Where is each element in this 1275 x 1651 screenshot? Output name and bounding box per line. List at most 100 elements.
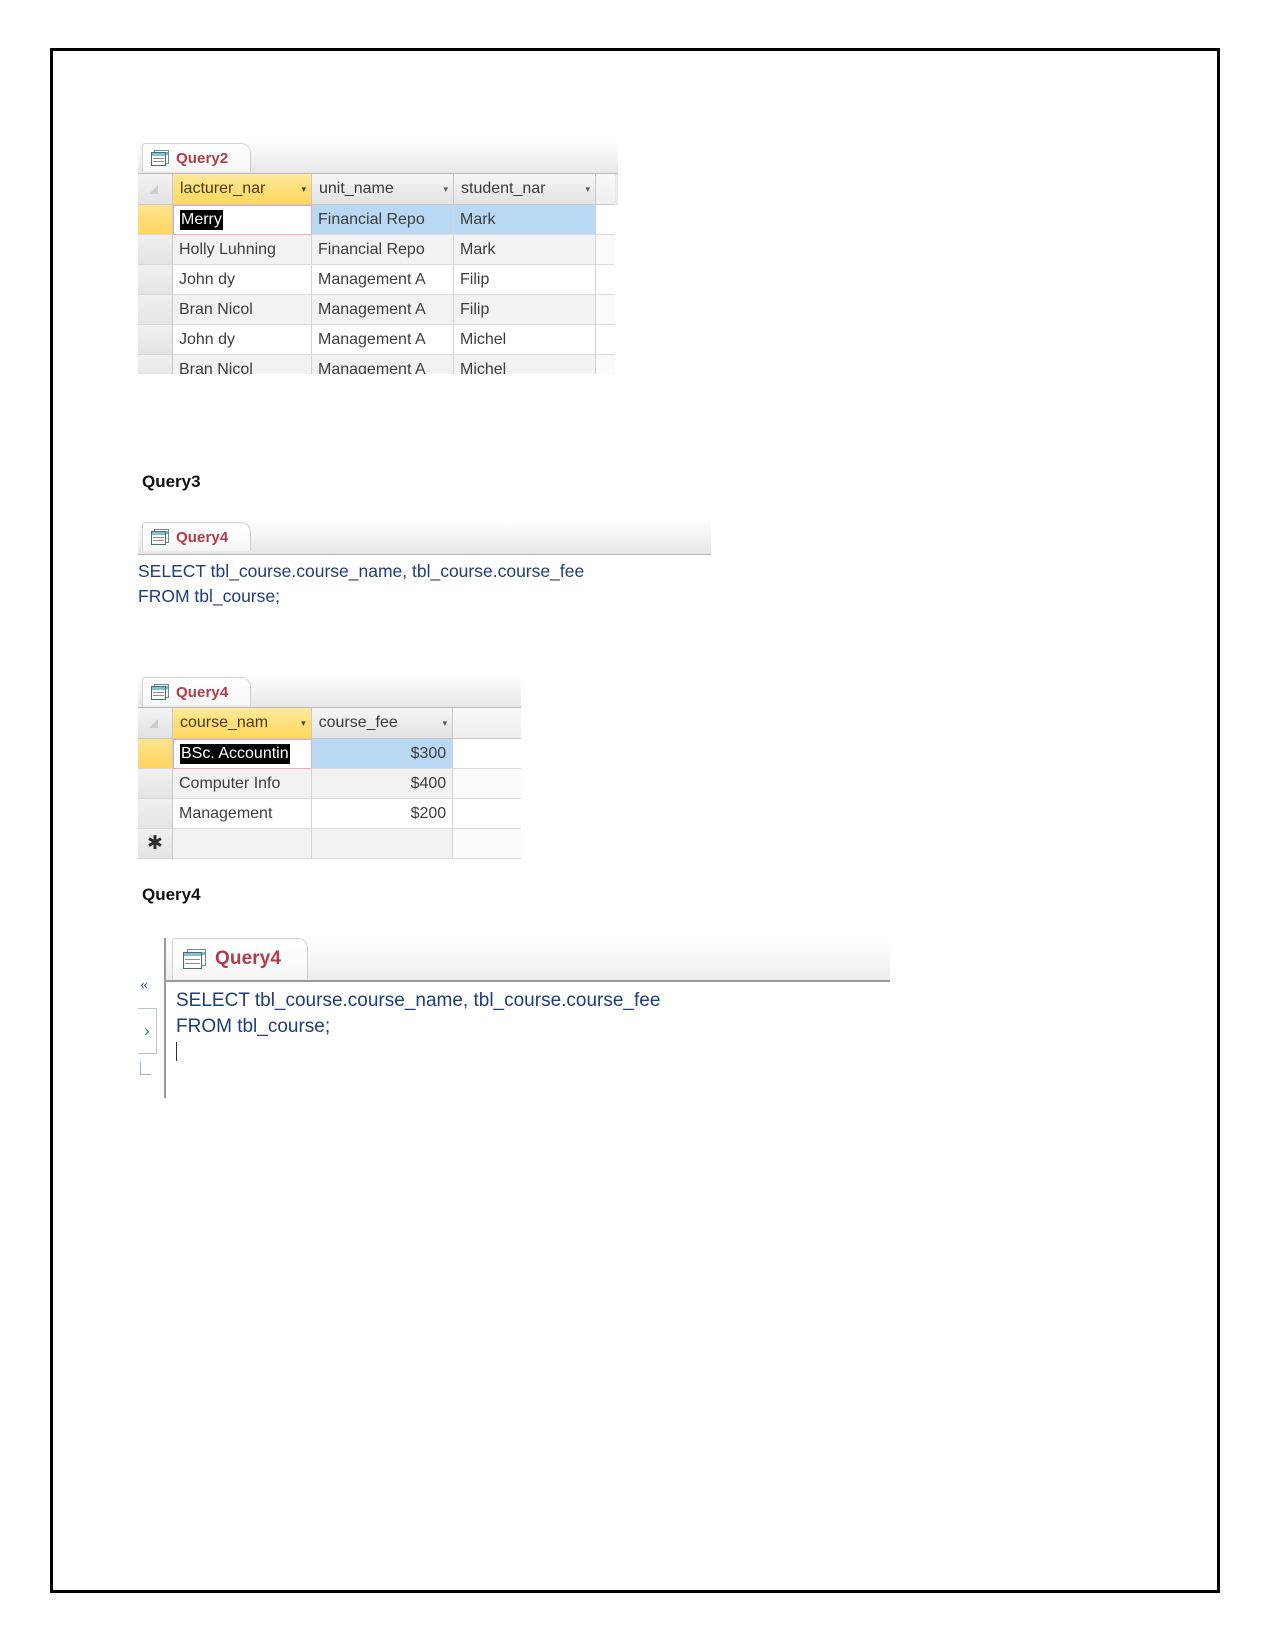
cell-course-name[interactable]: Management [173, 799, 312, 829]
table-row[interactable]: BSc. Accountin $300 [138, 739, 521, 769]
column-header-course-nam[interactable]: course_nam ▾ [173, 708, 312, 739]
record-selector[interactable] [138, 355, 173, 374]
navigation-pane-fragment: « › [138, 938, 164, 1098]
table-row[interactable]: Computer Info $400 [138, 769, 521, 799]
cell-course-name[interactable]: BSc. Accountin [173, 739, 312, 769]
document-tab-label: Query4 [176, 683, 229, 701]
cell-student-name[interactable]: Michel [454, 355, 596, 374]
sql-editor-bottom[interactable]: SELECT tbl_course.course_name, tbl_cours… [166, 982, 890, 1067]
column-header-label: course_fee [318, 714, 398, 731]
cell-filler [596, 295, 615, 325]
cell-course-fee[interactable]: $400 [311, 769, 454, 799]
chevron-down-icon[interactable]: ▾ [301, 718, 306, 729]
table-row[interactable]: Bran Nicol Management A Michel [138, 355, 618, 374]
cell-lecturer-name[interactable]: Bran Nicol [173, 295, 312, 325]
double-chevron-left-icon[interactable]: « [140, 976, 148, 994]
column-header-course-fee[interactable]: course_fee ▾ [311, 708, 454, 739]
cell-text: BSc. Accountin [180, 743, 290, 765]
cell-unit-name[interactable]: Financial Repo [312, 235, 454, 265]
table-row[interactable]: John dy Management A Filip [138, 265, 618, 295]
cell-course-fee[interactable]: $200 [311, 799, 454, 829]
record-selector[interactable] [138, 295, 173, 325]
select-all-corner[interactable] [138, 174, 173, 205]
sql-view-bottom-figure: « › Query4 SELECT tbl_course.course_name… [138, 938, 890, 1098]
cell-lecturer-name[interactable]: John dy [173, 325, 312, 355]
column-header-student-nar[interactable]: student_nar ▾ [454, 174, 596, 205]
document-tab-label: Query4 [215, 948, 282, 969]
record-selector[interactable] [138, 265, 173, 295]
record-selector[interactable] [138, 769, 173, 799]
sql-line-1: SELECT tbl_course.course_name, tbl_cours… [138, 561, 585, 581]
query-datasheet-icon [151, 529, 169, 545]
cell-unit-name[interactable]: Management A [312, 355, 454, 374]
cell-student-name[interactable]: Filip [454, 295, 596, 325]
query4-datasheet: course_nam ▾ course_fee ▾ BSc. Accountin… [138, 708, 521, 859]
cell-lecturer-name[interactable]: John dy [173, 265, 312, 295]
cell-student-name[interactable]: Mark [454, 205, 596, 235]
sql-caret-line [176, 1040, 890, 1066]
record-selector[interactable] [138, 205, 173, 235]
chevron-down-icon[interactable]: ▾ [443, 184, 448, 195]
column-header-label: course_nam [180, 714, 269, 731]
document-tab-label: Query2 [176, 149, 229, 167]
column-header-filler [596, 174, 615, 205]
sql-top-tab-strip: Query4 [138, 522, 711, 555]
cell-student-name[interactable]: Mark [454, 235, 596, 265]
cell-unit-name[interactable]: Management A [312, 265, 454, 295]
table-row[interactable]: Holly Luhning Financial Repo Mark [138, 235, 618, 265]
cell-student-name[interactable]: Filip [454, 265, 596, 295]
document-tab-query4[interactable]: Query4 [142, 522, 252, 551]
chevron-down-icon[interactable]: ▾ [443, 718, 448, 729]
cell-lecturer-name[interactable]: Holly Luhning [173, 235, 312, 265]
cell-course-fee[interactable]: $300 [311, 739, 454, 769]
sql-view-pane: Query4 SELECT tbl_course.course_name, tb… [164, 938, 890, 1098]
query4-header-row: course_nam ▾ course_fee ▾ [138, 708, 521, 739]
cell-filler [596, 205, 615, 235]
cell-student-name[interactable]: Michel [454, 325, 596, 355]
sql-line-2: FROM tbl_course; [176, 1016, 331, 1038]
cell-course-name-new[interactable] [173, 829, 312, 859]
record-selector[interactable] [138, 235, 173, 265]
table-row[interactable]: Merry Financial Repo Mark [138, 205, 618, 235]
document-tab-query4[interactable]: Query4 [142, 677, 252, 706]
text-cursor-icon [176, 1042, 177, 1062]
table-row[interactable]: Bran Nicol Management A Filip [138, 295, 618, 325]
new-record-row[interactable]: ✱ [138, 829, 521, 859]
cell-course-fee-new[interactable] [311, 829, 454, 859]
shutter-bar-open-icon[interactable]: › [138, 1008, 157, 1054]
cell-unit-name[interactable]: Financial Repo [312, 205, 454, 235]
document-tab-query2[interactable]: Query2 [142, 143, 252, 172]
table-row[interactable]: Management $200 [138, 799, 521, 829]
nav-pane-corner-tick [140, 1062, 151, 1075]
record-selector[interactable] [138, 325, 173, 355]
select-all-corner[interactable] [138, 708, 173, 739]
cell-course-name[interactable]: Computer Info [173, 769, 312, 799]
column-header-label: lacturer_nar [180, 180, 266, 197]
document-tab-query4[interactable]: Query4 [172, 938, 309, 979]
cell-unit-name[interactable]: Management A [312, 325, 454, 355]
record-selector[interactable] [138, 739, 173, 769]
sql-line-2: FROM tbl_course; [138, 585, 280, 606]
query2-header-row: lacturer_nar ▾ unit_name ▾ student_nar ▾ [138, 174, 618, 205]
column-header-unit-name[interactable]: unit_name ▾ [312, 174, 454, 205]
table-row[interactable]: John dy Management A Michel [138, 325, 618, 355]
cell-lecturer-name[interactable]: Bran Nicol [173, 355, 312, 374]
document-tab-label: Query4 [176, 528, 229, 546]
sql-view-top-figure: Query4 SELECT tbl_course.course_name, tb… [138, 522, 711, 609]
record-selector[interactable] [138, 799, 173, 829]
query2-datasheet-figure: Query2 lacturer_nar ▾ unit_name ▾ studen… [138, 143, 618, 374]
sql-line-1: SELECT tbl_course.course_name, tbl_cours… [176, 990, 661, 1011]
query-datasheet-icon [151, 150, 169, 166]
cell-unit-name[interactable]: Management A [312, 295, 454, 325]
cell-lecturer-name[interactable]: Merry [173, 205, 312, 235]
chevron-down-icon[interactable]: ▾ [585, 184, 590, 195]
column-header-lacturer-nar[interactable]: lacturer_nar ▾ [173, 174, 312, 205]
column-header-filler [453, 708, 521, 739]
cell-filler [453, 829, 521, 859]
cell-text: Merry [180, 209, 223, 231]
chevron-down-icon[interactable]: ▾ [301, 184, 306, 195]
sql-editor-top[interactable]: SELECT tbl_course.course_name, tbl_cours… [138, 555, 711, 609]
new-record-marker-icon[interactable]: ✱ [138, 829, 173, 859]
column-header-label: unit_name [319, 180, 394, 197]
query4-datasheet-figure: Query4 course_nam ▾ course_fee ▾ BSc. Ac… [138, 677, 521, 859]
